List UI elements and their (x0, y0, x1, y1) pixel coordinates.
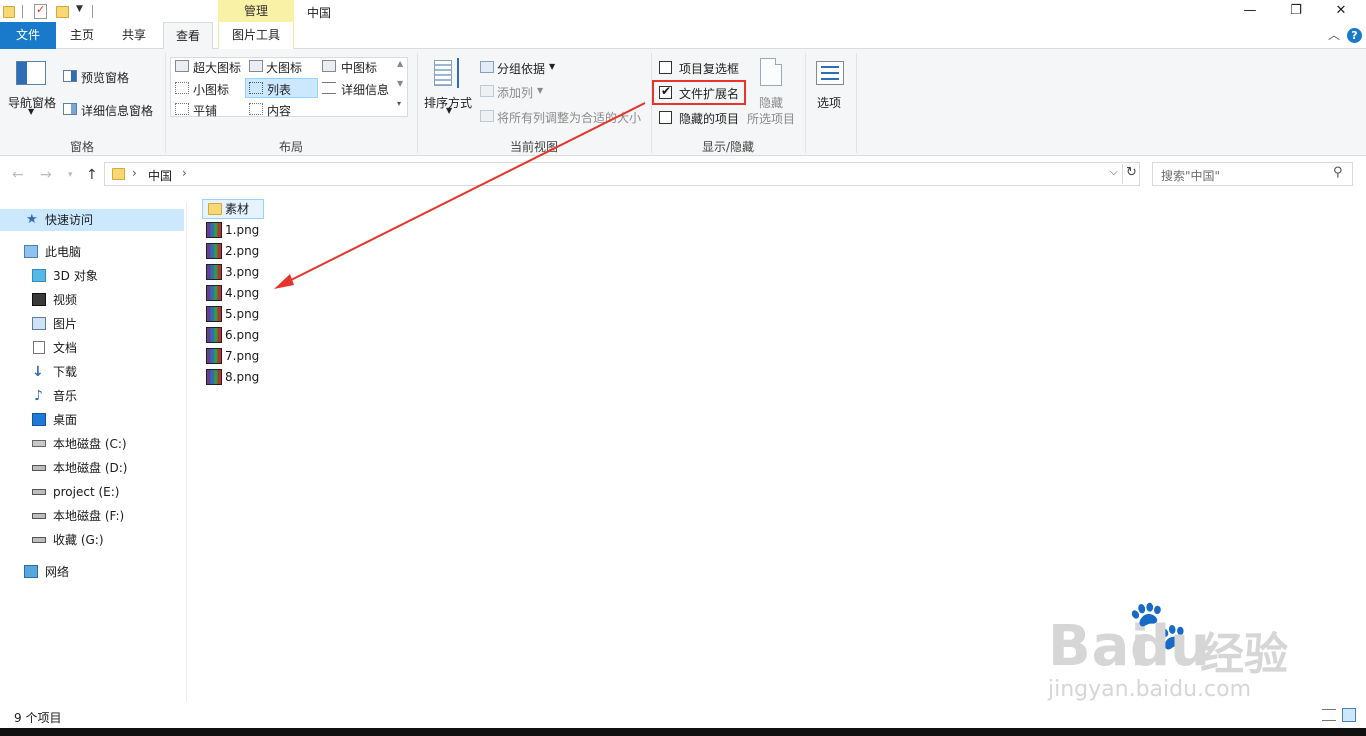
watermark-url: jingyan.baidu.com (1048, 677, 1252, 702)
status-bar: 9 个项目 (0, 705, 1366, 727)
file-explorer-window: ✓ ▼ 管理 中国 — ❐ ✕ 文件 主页 共享 查看 图片工具 ︿ ? 导航窗… (0, 0, 1366, 736)
details-view-icon[interactable] (1322, 709, 1336, 721)
large-icons-view-icon[interactable] (1342, 708, 1356, 722)
taskbar (0, 728, 1366, 736)
watermark-brand-2: du (1130, 614, 1210, 679)
item-count: 9 个项目 (14, 711, 62, 725)
watermark-jingyan: 经验 (1200, 629, 1288, 680)
